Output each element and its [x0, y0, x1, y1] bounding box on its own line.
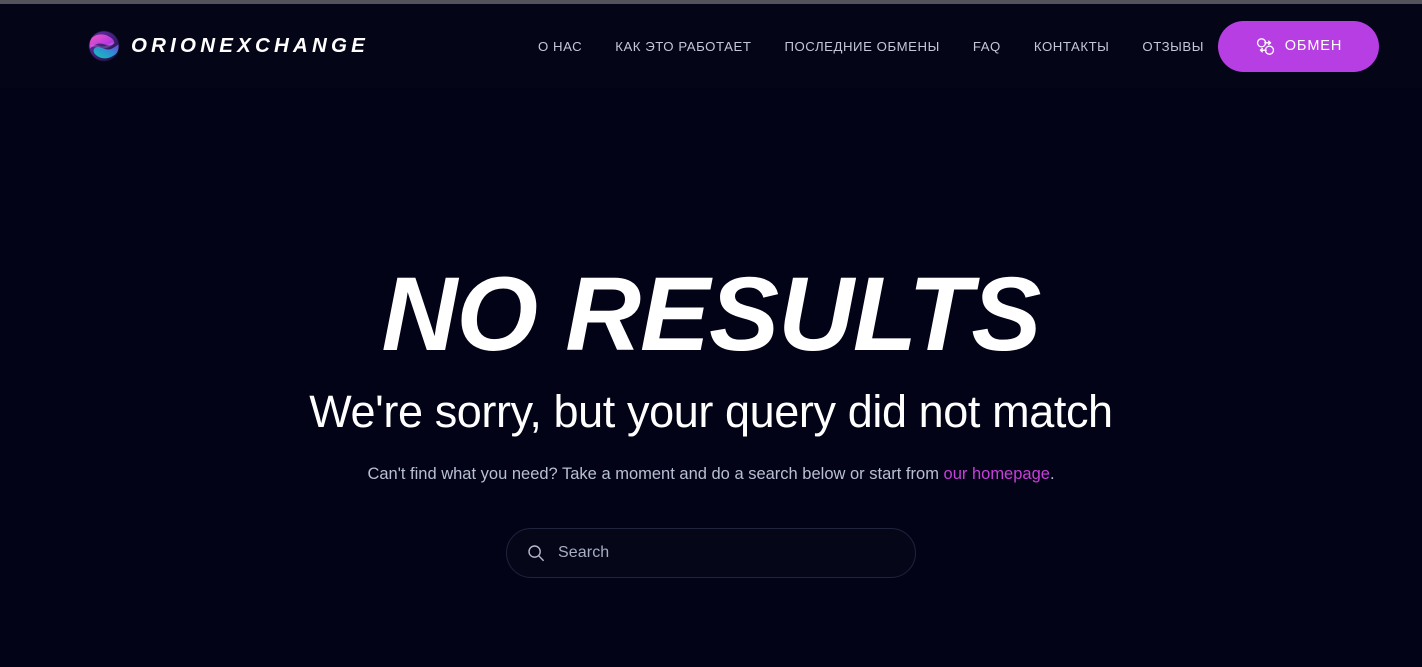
exchange-arrows-icon	[1255, 36, 1276, 57]
description-text-before: Can't find what you need? Take a moment …	[367, 465, 944, 483]
exchange-button-label: ОБМЕН	[1284, 38, 1343, 54]
page-title: NO RESULTS	[381, 256, 1042, 373]
search-box[interactable]	[506, 528, 916, 578]
page-description: Can't find what you need? Take a moment …	[367, 463, 1054, 485]
nav-item-how-it-works[interactable]: КАК ЭТО РАБОТАЕТ	[615, 33, 751, 60]
exchange-button[interactable]: ОБМЕН	[1218, 20, 1379, 72]
search-icon	[527, 544, 545, 562]
page-subtitle: We're sorry, but your query did not matc…	[309, 386, 1113, 437]
no-results-page: NO RESULTS We're sorry, but your query d…	[0, 88, 1422, 667]
nav-item-contacts[interactable]: КОНТАКТЫ	[1034, 33, 1110, 60]
homepage-link[interactable]: our homepage	[944, 465, 1050, 483]
brand-logo-link[interactable]: ORIONEXCHANGE	[88, 30, 369, 62]
nav-item-reviews[interactable]: ОТЗЫВЫ	[1142, 33, 1204, 60]
globe-swirl-icon	[88, 30, 120, 62]
description-text-after: .	[1049, 465, 1055, 483]
nav-item-recent-exchanges[interactable]: ПОСЛЕДНИЕ ОБМЕНЫ	[784, 33, 939, 60]
nav-item-faq[interactable]: FAQ	[973, 33, 1001, 60]
nav-item-about[interactable]: О НАС	[538, 33, 582, 60]
brand-name: ORIONEXCHANGE	[131, 34, 369, 57]
search-input[interactable]	[558, 544, 897, 562]
site-header: ORIONEXCHANGE О НАС КАК ЭТО РАБОТАЕТ ПОС…	[0, 4, 1422, 88]
main-navigation: О НАС КАК ЭТО РАБОТАЕТ ПОСЛЕДНИЕ ОБМЕНЫ …	[538, 33, 1204, 60]
